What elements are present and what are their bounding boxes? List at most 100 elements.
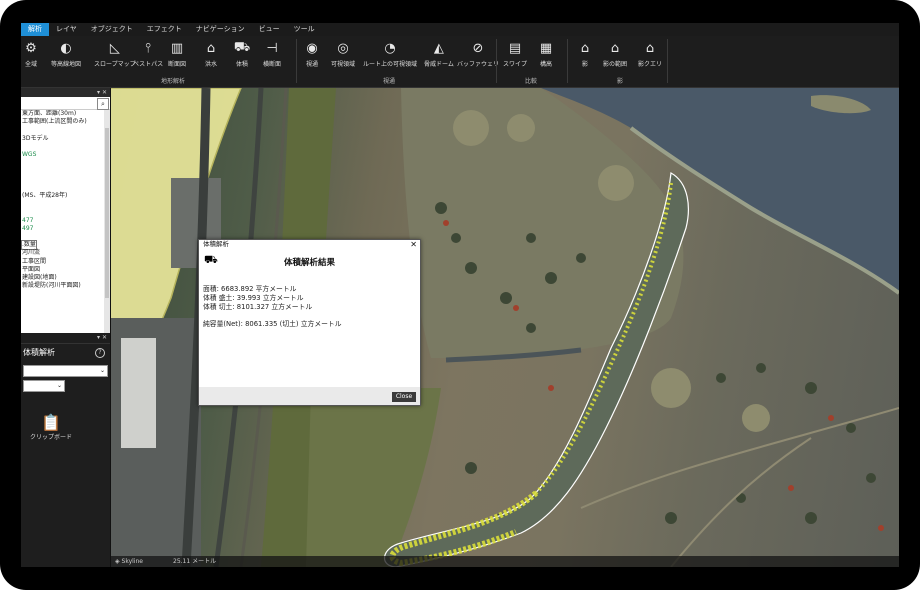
cross-section-icon: ⊣ bbox=[266, 40, 278, 56]
menu-layer[interactable]: レイヤ bbox=[49, 23, 84, 36]
ribbon-btn-shadow-query[interactable]: ⌂ 影クエリ bbox=[638, 39, 662, 69]
option-select[interactable]: ⌄ bbox=[23, 380, 65, 392]
best-path-icon: ⫯ bbox=[145, 40, 151, 56]
tree-item[interactable] bbox=[22, 184, 110, 192]
tree-item[interactable]: 新設堤防(河川平面図) bbox=[22, 282, 110, 290]
menu-bar: 解析 レイヤ オブジェクト エフェクト ナビゲーション ビュー ツール bbox=[21, 23, 899, 36]
clipboard-icon: 📋 bbox=[41, 413, 61, 432]
chevron-down-icon: ⌄ bbox=[56, 382, 62, 389]
park-mound bbox=[598, 165, 634, 201]
clipboard-label: クリップボード bbox=[29, 434, 72, 441]
warehouse-building bbox=[121, 338, 156, 448]
ribbon-btn-volume[interactable]: ⛟ 体積 bbox=[233, 39, 251, 69]
tree-item[interactable] bbox=[22, 200, 110, 208]
tree-item[interactable] bbox=[22, 176, 110, 184]
tree-item[interactable]: 497 bbox=[22, 225, 110, 233]
status-bar: ◈ Skyline 25.11 メートル bbox=[111, 556, 899, 567]
tree-item[interactable] bbox=[22, 167, 110, 175]
volume-result-dialog: 体積解析 ✕ ⛟ 体積解析結果 面積: 6683.892 平方メートル 体積 盛… bbox=[198, 239, 421, 406]
tool-panel-header: ▾ ✕ bbox=[21, 333, 110, 344]
clipboard-button[interactable]: 📋 クリップボード bbox=[29, 413, 73, 441]
tool-panel-title: 体積解析? bbox=[21, 344, 110, 362]
buffer-icon: ⊘ bbox=[472, 40, 484, 56]
profile-icon: ▥ bbox=[170, 40, 184, 56]
menu-tools[interactable]: ツール bbox=[287, 23, 322, 36]
close-icon[interactable]: ✕ bbox=[410, 240, 417, 249]
ribbon-btn-best-path[interactable]: ⫯ ベストパス bbox=[133, 39, 163, 69]
ribbon-btn-route-viewshed[interactable]: ◔ ルート上の可視領域 bbox=[363, 39, 417, 69]
dialog-footer: Close bbox=[199, 387, 420, 405]
menu-navigation[interactable]: ナビゲーション bbox=[189, 23, 252, 36]
ribbon-separator bbox=[296, 39, 297, 83]
search-icon[interactable]: ⌕ bbox=[97, 98, 109, 110]
ribbon-btn-line-of-sight[interactable]: ◉ 視通 bbox=[303, 39, 321, 69]
ribbon-btn-building-height[interactable]: ▦ 構高 bbox=[537, 39, 555, 69]
ribbon-btn-flood[interactable]: ⌂ 洪水 bbox=[202, 39, 220, 69]
route-viewshed-icon: ◔ bbox=[384, 40, 396, 56]
chevron-down-icon: ⌄ bbox=[99, 367, 105, 374]
panel-header: ▾ ✕ bbox=[21, 88, 110, 97]
close-button[interactable]: Close bbox=[392, 392, 416, 402]
park-mound bbox=[453, 110, 489, 146]
ribbon-btn-shadow-range[interactable]: ⌂ 影の範囲 bbox=[603, 39, 627, 69]
ribbon-btn-slope[interactable]: ◺ スロープマップ bbox=[94, 39, 136, 69]
ribbon-btn-buffer[interactable]: ⊘ バッファウェリ bbox=[457, 39, 499, 69]
shadow-range-icon: ⌂ bbox=[610, 40, 620, 56]
park-mound bbox=[651, 368, 691, 408]
tree-scrollbar[interactable] bbox=[104, 110, 110, 334]
left-panel: ▾ ✕ ⌕ 東方面、距離(30m) 工事範囲(上流区間のみ) 3Dモデル WGS… bbox=[21, 88, 110, 567]
ribbon-btn-viewshed[interactable]: ◎ 可視領域 bbox=[331, 39, 355, 69]
slope-icon: ◺ bbox=[109, 40, 120, 56]
group-label-shadow: 影 bbox=[617, 78, 624, 85]
ribbon-btn-contour[interactable]: ◐ 等高線地図 bbox=[51, 39, 81, 69]
method-select[interactable]: ⌄ bbox=[23, 365, 108, 377]
building-height-icon: ▦ bbox=[539, 40, 553, 56]
ribbon-btn-cross-section[interactable]: ⊣ 横断面 bbox=[263, 39, 281, 69]
viewshed-icon: ◎ bbox=[337, 40, 349, 56]
menu-object[interactable]: オブジェクト bbox=[84, 23, 140, 36]
ribbon-btn-profile[interactable]: ▥ 断面図 bbox=[168, 39, 186, 69]
ribbon-btn-threat-dome[interactable]: ◭ 脅威ドーム bbox=[424, 39, 454, 69]
scrollbar-thumb[interactable] bbox=[105, 128, 109, 298]
tree-item[interactable] bbox=[22, 143, 110, 151]
help-icon[interactable]: ? bbox=[95, 348, 105, 358]
tree-item[interactable]: 477 bbox=[22, 217, 110, 225]
area-result: 面積: 6683.892 平方メートル bbox=[203, 285, 297, 293]
flood-icon: ⌂ bbox=[206, 40, 216, 56]
ribbon-btn-all[interactable]: ⚙ 全域 bbox=[22, 39, 40, 69]
ribbon-toolbar: ⚙ 全域 ◐ 等高線地図 ◺ スロープマップ ⫯ ベストパス ▥ 断面図 ⌂ 洪水 ⛟ 体積 … bbox=[21, 36, 899, 88]
group-label-terrain: 地形解析 bbox=[161, 78, 186, 85]
ribbon-btn-swipe[interactable]: ▤ スワイプ bbox=[503, 39, 527, 69]
tree-item[interactable] bbox=[22, 159, 110, 167]
menu-analysis[interactable]: 解析 bbox=[21, 23, 49, 36]
tree-item[interactable]: (MS、平成28年) bbox=[22, 192, 110, 200]
tool-panel: ▾ ✕ 体積解析? ⌄ ⌄ 📋 クリップボード bbox=[21, 333, 110, 567]
shadow-query-icon: ⌂ bbox=[645, 40, 655, 56]
tree-item[interactable]: 河川流 bbox=[22, 249, 110, 257]
menu-view[interactable]: ビュー bbox=[252, 23, 287, 36]
tree-item[interactable]: 東方面、距離(30m) bbox=[22, 110, 110, 118]
tree-item[interactable] bbox=[22, 126, 110, 134]
ribbon-btn-shadow[interactable]: ⌂ 影 bbox=[576, 39, 594, 69]
tree-item[interactable]: 3Dモデル bbox=[22, 135, 110, 143]
tree-item[interactable]: 工事区間 bbox=[22, 258, 110, 266]
tree-item[interactable]: 平面図 bbox=[22, 266, 110, 274]
net-result: 純容量(Net): 8061.335 (切土) 立方メートル bbox=[203, 320, 342, 328]
park-mound bbox=[742, 404, 770, 432]
tree-item[interactable]: WGS bbox=[22, 151, 110, 159]
tree-item[interactable] bbox=[22, 208, 110, 216]
tree-item[interactable]: 工事範囲(上流区間のみ) bbox=[22, 118, 110, 126]
group-label-compare: 比較 bbox=[525, 78, 538, 85]
menu-effect[interactable]: エフェクト bbox=[140, 23, 189, 36]
layer-tree: 東方面、距離(30m) 工事範囲(上流区間のみ) 3Dモデル WGS (MS、平… bbox=[21, 110, 110, 334]
contour-icon: ◐ bbox=[60, 40, 72, 56]
scale-readout: 25.11 メートル bbox=[173, 558, 217, 565]
app-window: 解析 レイヤ オブジェクト エフェクト ナビゲーション ビュー ツール ⚙ 全域 … bbox=[21, 23, 899, 567]
fill-result: 体積 盛土: 39.993 立方メートル bbox=[203, 294, 304, 302]
layer-search-input[interactable]: ⌕ bbox=[21, 97, 110, 110]
dialog-titlebar: 体積解析 ✕ bbox=[203, 240, 417, 249]
ribbon-separator bbox=[496, 39, 497, 83]
park-mound bbox=[507, 114, 535, 142]
threat-dome-icon: ◭ bbox=[433, 40, 444, 56]
skyline-logo: ◈ Skyline bbox=[115, 558, 143, 565]
